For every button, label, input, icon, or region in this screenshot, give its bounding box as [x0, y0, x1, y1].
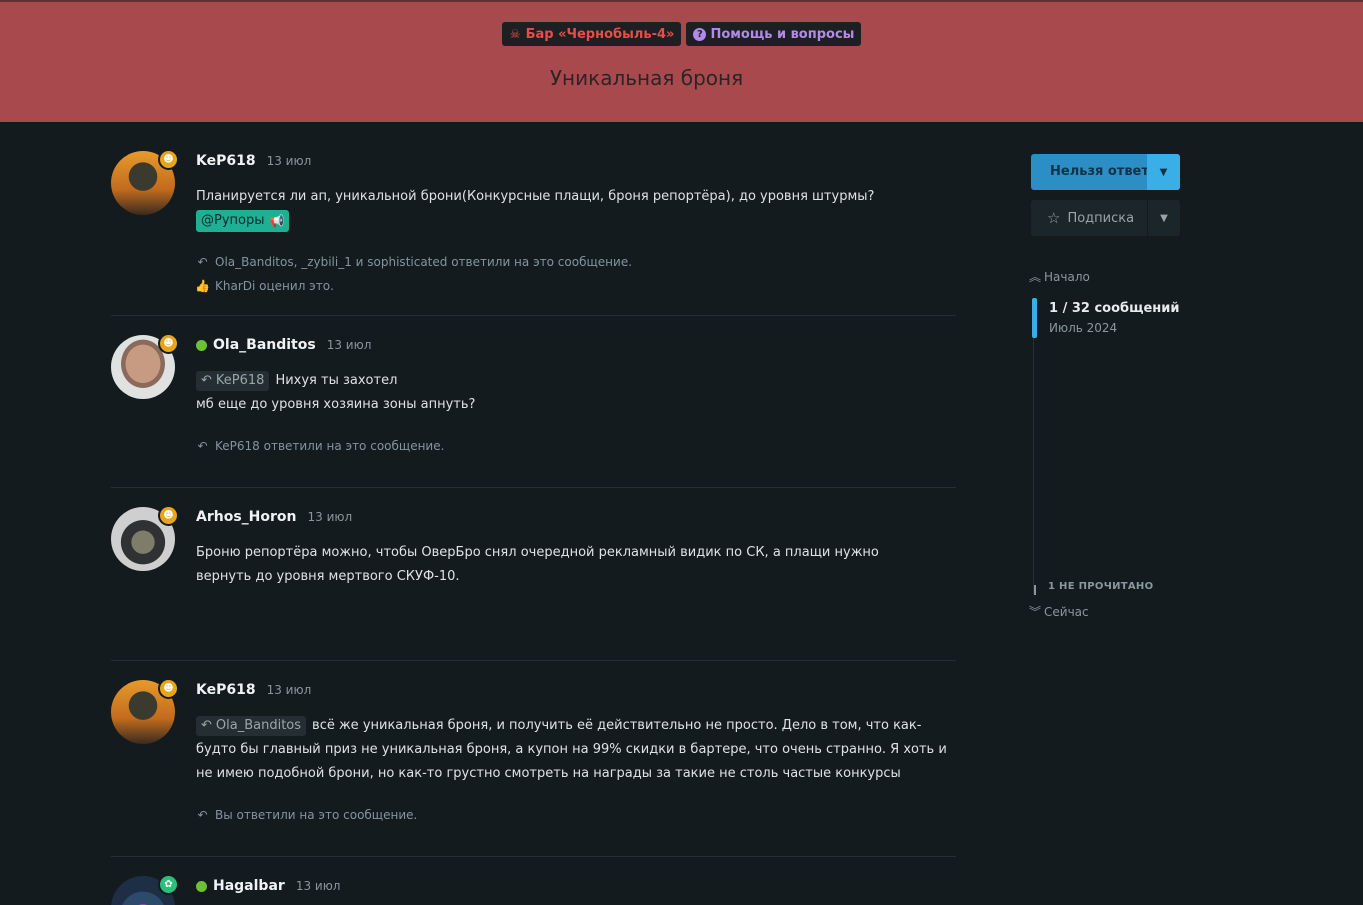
category-label: Бар «Чернобыль-4» [525, 26, 675, 42]
post-body: Броню репортёра можно, чтобы ОверБро сня… [196, 541, 936, 589]
skull-icon: ☻ [158, 678, 179, 699]
post-meta: Arhos_Horon 13 июл [196, 507, 352, 527]
online-status-icon [196, 339, 207, 351]
reply-arrow-icon: ↶ [197, 255, 208, 269]
timeline-now-link[interactable]: ︾ Сейчас [1029, 603, 1089, 620]
post-body: ↶ Ola_Banditos всё же уникальная броня, … [196, 714, 956, 786]
reply-arrow-icon: ↶ [197, 439, 208, 453]
post-meta: Ola_Banditos 13 июл [196, 335, 371, 355]
skull-icon: ☻ [158, 149, 179, 170]
timeline-start-link[interactable]: ︽ Начало [1029, 268, 1090, 285]
category-banner: ☠ Бар «Чернобыль-4» ? Помощь и вопросы У… [0, 0, 1363, 122]
replies-line[interactable]: ↶ Ola_Banditos, _zybili_1 и sophisticate… [196, 255, 632, 269]
post-date[interactable]: 13 июл [267, 154, 312, 168]
star-icon: ☆ [1047, 209, 1061, 227]
chevron-down-icon[interactable]: ▼ [1147, 154, 1180, 190]
post-meta: KeP618 13 июл [196, 680, 311, 700]
likes-text: KharDi оценил это. [215, 279, 334, 293]
post-text: Броню репортёра можно, чтобы ОверБро сня… [196, 545, 879, 584]
category-badges: ☠ Бар «Чернобыль-4» ? Помощь и вопросы [0, 22, 1363, 46]
category-badge-bar[interactable]: ☠ Бар «Чернобыль-4» [501, 22, 682, 46]
post-divider [111, 315, 956, 316]
replies-line[interactable]: ↶ KeP618 ответили на это сообщение. [196, 439, 444, 453]
timeline-unread[interactable]: 1 НЕ ПРОЧИТАНО [1048, 581, 1153, 592]
megaphone-icon: 📢 [269, 214, 285, 228]
username[interactable]: Hagalbar [213, 878, 285, 894]
username[interactable]: KeP618 [196, 153, 256, 169]
online-status-icon [196, 880, 207, 892]
post: ✿ Hagalbar 13 июл [111, 874, 956, 905]
timeline-track[interactable] [1033, 298, 1034, 594]
reply-arrow-icon: ↶ [201, 718, 212, 733]
post-divider [111, 487, 956, 488]
double-chevron-up-icon: ︽ [1029, 270, 1042, 284]
unread-marker [1034, 585, 1036, 595]
post-body: Планируется ли ап, уникальной брони(Конк… [196, 185, 956, 233]
reply-arrow-icon: ↶ [201, 373, 212, 388]
skull-icon: ☻ [158, 505, 179, 526]
replies-text: Вы ответили на это сообщение. [215, 808, 418, 822]
category-label: Помощь и вопросы [710, 26, 855, 42]
post-divider [111, 856, 956, 857]
reply-button[interactable]: Нельзя ответить ▼ [1031, 154, 1180, 190]
post: ☻ KeP618 13 июл Планируется ли ап, уника… [111, 149, 956, 301]
username[interactable]: KeP618 [196, 682, 256, 698]
timeline-handle[interactable] [1032, 298, 1037, 338]
timeline-post-count: 1 / 32 сообщений [1049, 301, 1180, 316]
subscribe-button[interactable]: ☆ Подписка ▼ [1031, 200, 1180, 236]
post-text: всё же уникальная броня, и получить её д… [196, 718, 947, 781]
post-date[interactable]: 13 июл [267, 683, 312, 697]
timeline-start-label: Начало [1044, 269, 1090, 284]
username[interactable]: Arhos_Horon [196, 509, 296, 525]
replies-line[interactable]: ↶ Вы ответили на это сообщение. [196, 808, 417, 822]
post-text: мб еще до уровня хозяина зоны апнуть? [196, 397, 476, 412]
post: ☻ Arhos_Horon 13 июл Броню репортёра мож… [111, 505, 956, 627]
post-date[interactable]: 13 июл [296, 879, 341, 893]
reply-to-user: KeP618 [215, 373, 265, 388]
likes-line[interactable]: 👍 KharDi оценил это. [195, 279, 334, 293]
post-date[interactable]: 13 июл [307, 510, 352, 524]
thumbs-up-icon: 👍 [195, 279, 210, 293]
post: ☻ Ola_Banditos 13 июл ↶ KeP618 Нихуя ты … [111, 333, 956, 465]
timeline-now-label: Сейчас [1044, 604, 1089, 619]
username[interactable]: Ola_Banditos [213, 337, 316, 353]
post-text: Планируется ли ап, уникальной брони(Конк… [196, 189, 875, 204]
skull-icon: ☻ [158, 333, 179, 354]
post-body: ↶ KeP618 Нихуя ты захотел мб еще до уров… [196, 369, 956, 417]
reply-to-badge[interactable]: ↶ Ola_Banditos [196, 716, 307, 736]
subscribe-button-content: ☆ Подписка [1031, 200, 1147, 236]
frog-icon: ✿ [158, 874, 179, 895]
post-text: Нихуя ты захотел [275, 373, 398, 388]
timeline-date: Июль 2024 [1049, 321, 1118, 335]
skull-crossbones-icon: ☠ [509, 27, 521, 41]
replies-text: KeP618 ответили на это сообщение. [215, 439, 445, 453]
post-date[interactable]: 13 июл [327, 338, 372, 352]
subscribe-label: Подписка [1067, 210, 1135, 226]
category-badge-help[interactable]: ? Помощь и вопросы [686, 22, 862, 46]
tag-label: @Рупоры [201, 213, 265, 228]
double-chevron-down-icon: ︾ [1029, 605, 1042, 619]
replies-text: Ola_Banditos, _zybili_1 и sophisticated … [215, 255, 633, 269]
topic-title[interactable]: Уникальная броня [0, 66, 1293, 90]
reply-arrow-icon: ↶ [197, 808, 208, 822]
chevron-down-icon[interactable]: ▼ [1147, 200, 1180, 236]
reply-to-badge[interactable]: ↶ KeP618 [196, 371, 270, 391]
post-meta: KeP618 13 июл [196, 151, 311, 171]
post-divider [111, 660, 956, 661]
post-meta: Hagalbar 13 июл [196, 876, 340, 896]
reply-button-label: Нельзя ответить [1050, 164, 1147, 179]
post: ☻ KeP618 13 июл ↶ Ola_Banditos всё же ун… [111, 678, 956, 840]
question-circle-icon: ? [693, 27, 707, 41]
reply-to-user: Ola_Banditos [215, 718, 302, 733]
tag-badge[interactable]: @Рупоры 📢 [196, 210, 290, 232]
